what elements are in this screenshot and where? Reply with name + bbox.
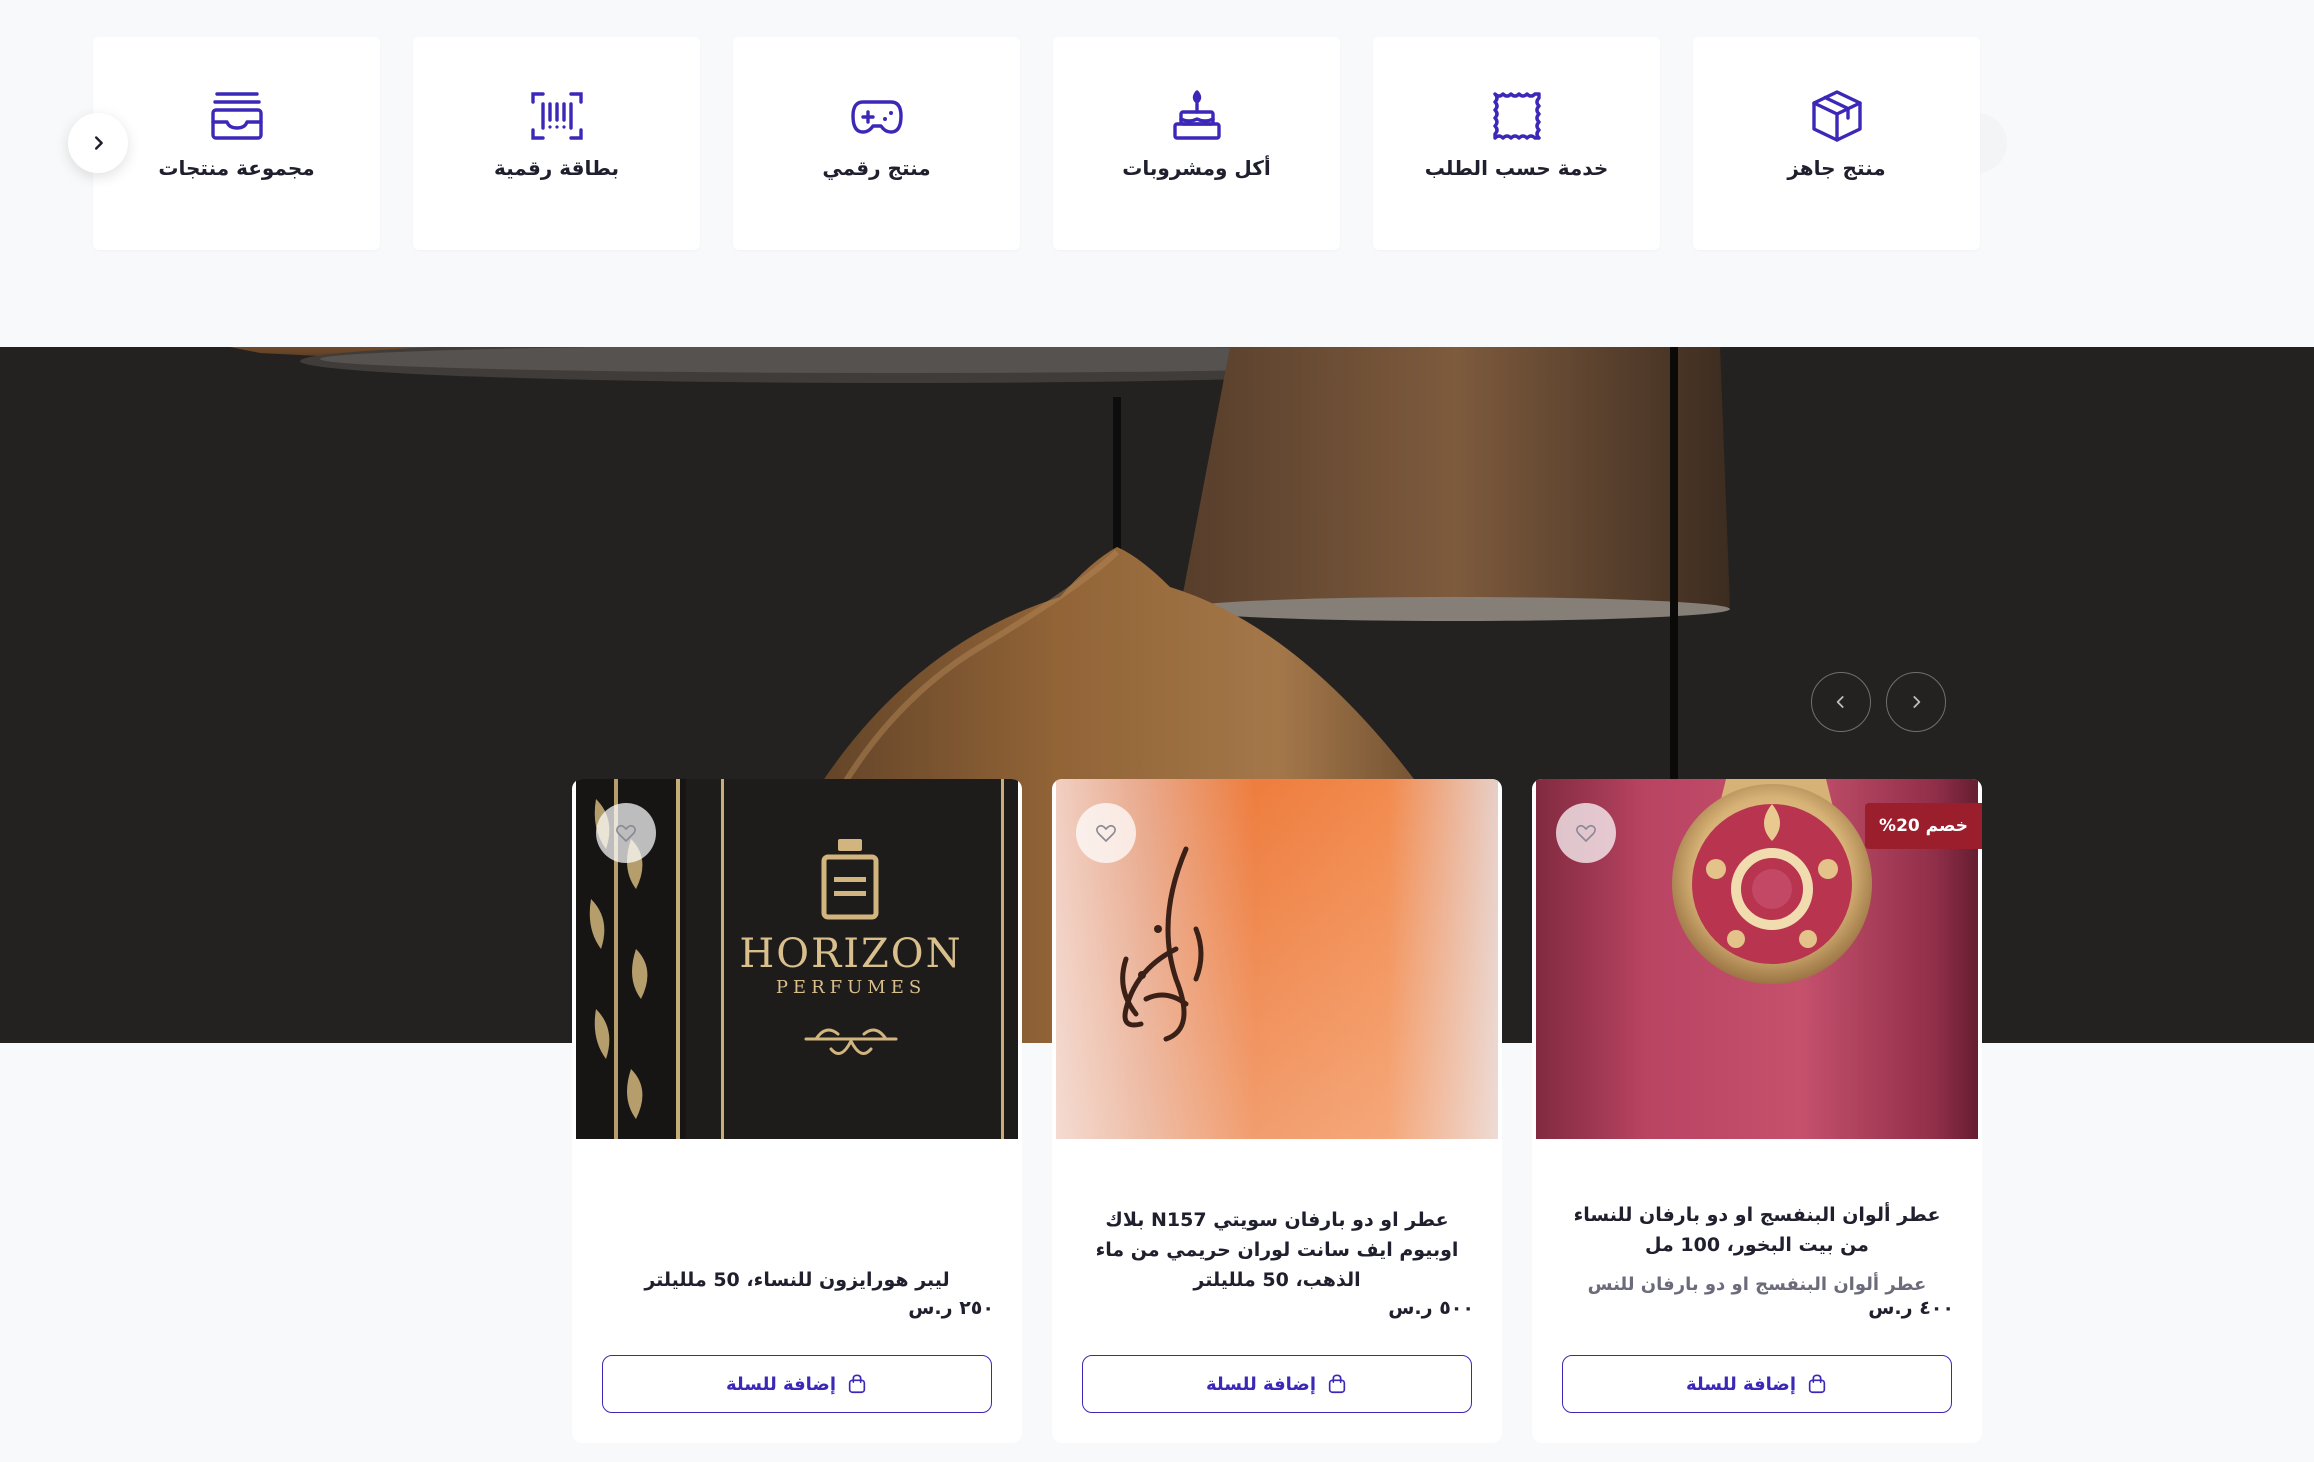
product-price: ٥٠٠ ر.س	[1388, 1297, 1474, 1319]
category-slider-prev-button[interactable]	[68, 113, 128, 173]
stamp-icon	[1489, 88, 1545, 144]
heart-icon	[616, 824, 636, 842]
product-image-sub-text: PERFUMES	[776, 977, 926, 998]
product-card[interactable]: HORIZON PERFUMES ليبر هورايزون للنساء، 5…	[572, 779, 1022, 1443]
product-info: عطر او دو بارفان سويتي N157 بلاك اوبيوم …	[1052, 1205, 1502, 1295]
category-card-ready-product[interactable]: منتج جاهز	[1693, 37, 1980, 250]
product-card[interactable]: عطر او دو بارفان سويتي N157 بلاك اوبيوم …	[1052, 779, 1502, 1443]
shopping-bag-icon	[1808, 1374, 1826, 1394]
gamepad-icon	[849, 88, 905, 144]
add-to-cart-button[interactable]: إضافة للسلة	[1562, 1355, 1952, 1413]
product-card[interactable]: خصم 20% عطر ألوان البنفسج او دو بارفان ل…	[1532, 779, 1982, 1443]
add-to-cart-button[interactable]: إضافة للسلة	[1082, 1355, 1472, 1413]
box-icon	[1809, 88, 1865, 144]
category-label: بطاقة رقمية	[494, 156, 619, 180]
add-to-cart-button[interactable]: إضافة للسلة	[602, 1355, 992, 1413]
category-label: خدمة حسب الطلب	[1424, 156, 1609, 180]
category-label: أكل ومشروبات	[1122, 156, 1271, 180]
chevron-left-icon	[1836, 696, 1844, 708]
product-subtitle: عطر ألوان البنفسج او دو بارفان للنس	[1587, 1274, 1927, 1295]
stack-icon	[209, 88, 265, 144]
chevron-left-icon	[94, 136, 103, 150]
category-card-product-group[interactable]: مجموعة منتجات	[93, 37, 380, 250]
category-card-digital-product[interactable]: منتج رقمي	[733, 37, 1020, 250]
add-to-cart-label: إضافة للسلة	[726, 1373, 836, 1395]
product-info: عطر ألوان البنفسج او دو بارفان للنساء من…	[1532, 1200, 1982, 1295]
shopping-bag-icon	[1328, 1374, 1346, 1394]
banner-prev-button[interactable]	[1811, 672, 1871, 732]
product-image-brand-text: HORIZON	[739, 931, 962, 977]
wishlist-button[interactable]	[1076, 803, 1136, 863]
add-to-cart-label: إضافة للسلة	[1206, 1373, 1316, 1395]
heart-icon	[1576, 824, 1596, 842]
category-card-custom-service[interactable]: خدمة حسب الطلب	[1373, 37, 1660, 250]
product-info: ليبر هورايزون للنساء، 50 ملليلتر	[572, 1265, 1022, 1295]
shopping-bag-icon	[848, 1374, 866, 1394]
product-price: ٢٥٠ ر.س	[908, 1297, 994, 1319]
product-price: ٤٠٠ ر.س	[1868, 1297, 1954, 1319]
category-label: مجموعة منتجات	[158, 156, 315, 180]
wishlist-button[interactable]	[1556, 803, 1616, 863]
chevron-right-icon	[1913, 696, 1921, 708]
add-to-cart-label: إضافة للسلة	[1686, 1373, 1796, 1395]
product-title[interactable]: عطر او دو بارفان سويتي N157 بلاك اوبيوم …	[1076, 1205, 1478, 1295]
category-label: منتج جاهز	[1787, 156, 1886, 180]
discount-badge: خصم 20%	[1865, 803, 1982, 849]
product-title[interactable]: ليبر هورايزون للنساء، 50 ملليلتر	[596, 1265, 998, 1295]
cake-icon	[1169, 88, 1225, 144]
banner-next-button[interactable]	[1886, 672, 1946, 732]
category-card-food-drinks[interactable]: أكل ومشروبات	[1053, 37, 1340, 250]
barcode-icon	[529, 88, 585, 144]
wishlist-button[interactable]	[596, 803, 656, 863]
product-title[interactable]: عطر ألوان البنفسج او دو بارفان للنساء من…	[1556, 1200, 1958, 1260]
category-card-digital-card[interactable]: بطاقة رقمية	[413, 37, 700, 250]
category-label: منتج رقمي	[822, 156, 931, 180]
heart-icon	[1096, 824, 1116, 842]
